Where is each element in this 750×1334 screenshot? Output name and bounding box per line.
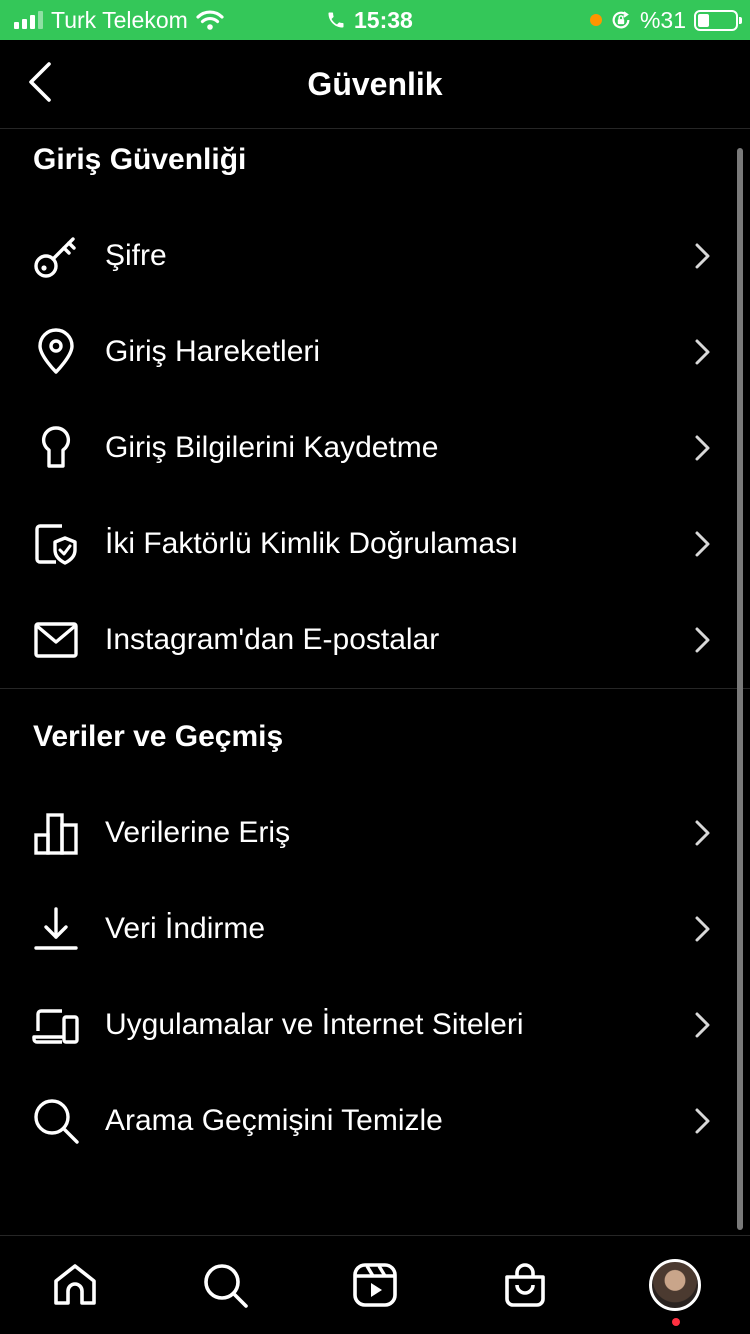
- menu-item-label: Arama Geçmişini Temizle: [105, 1104, 443, 1137]
- menu-item-label: Giriş Hareketleri: [105, 335, 321, 368]
- menu-item-label: Şifre: [105, 239, 167, 272]
- settings-list[interactable]: Giriş Güvenliği Şifre Giriş Hareketleri …: [0, 130, 750, 1235]
- navigation-header: Güvenlik: [0, 40, 750, 129]
- chevron-right-icon: [695, 339, 710, 365]
- bar-chart-icon: [34, 813, 78, 855]
- devices-icon: [32, 1009, 79, 1044]
- reels-icon: [353, 1263, 397, 1307]
- section-title-login-security: Giriş Güvenliği: [33, 143, 247, 176]
- bottom-tab-bar: [0, 1235, 750, 1334]
- chevron-right-icon: [695, 627, 710, 653]
- notification-dot: [672, 1318, 680, 1326]
- chevron-right-icon: [695, 531, 710, 557]
- menu-item-two-factor-auth[interactable]: İki Faktörlü Kimlik Doğrulaması: [0, 496, 736, 592]
- rotation-lock-icon: [612, 11, 630, 29]
- tab-shop[interactable]: [500, 1260, 550, 1310]
- key-icon: [34, 237, 76, 278]
- location-pin-icon: [38, 328, 74, 374]
- back-button[interactable]: [18, 58, 62, 106]
- search-icon: [204, 1264, 248, 1308]
- wifi-icon: [196, 10, 224, 30]
- menu-item-access-data[interactable]: Verilerine Eriş: [0, 785, 736, 881]
- battery-icon: [694, 9, 742, 31]
- search-icon: [34, 1099, 79, 1144]
- menu-item-instagram-emails[interactable]: Instagram'dan E-postalar: [0, 592, 736, 688]
- menu-item-label: Veri İndirme: [105, 912, 266, 945]
- cellular-signal-icon: [14, 11, 43, 29]
- chevron-right-icon: [695, 243, 710, 269]
- battery-percentage: %31: [639, 6, 686, 33]
- menu-item-login-activity[interactable]: Giriş Hareketleri: [0, 304, 736, 400]
- scrollbar[interactable]: [737, 148, 743, 1230]
- section-divider: [0, 688, 750, 689]
- tab-reels[interactable]: [350, 1260, 400, 1310]
- tab-search[interactable]: [200, 1260, 250, 1310]
- menu-item-label: İki Faktörlü Kimlik Doğrulaması: [105, 527, 519, 560]
- menu-item-label: Uygulamalar ve İnternet Siteleri: [105, 1008, 524, 1041]
- menu-item-password[interactable]: Şifre: [0, 208, 736, 304]
- tab-home[interactable]: [50, 1260, 100, 1310]
- shield-check-icon: [35, 524, 77, 565]
- menu-item-download-data[interactable]: Veri İndirme: [0, 881, 736, 977]
- menu-item-label: Giriş Bilgilerini Kaydetme: [105, 431, 439, 464]
- chevron-right-icon: [695, 1108, 710, 1134]
- menu-item-saved-login-info[interactable]: Giriş Bilgilerini Kaydetme: [0, 400, 736, 496]
- page-title: Güvenlik: [307, 66, 443, 102]
- chevron-left-icon: [29, 62, 51, 102]
- chevron-right-icon: [695, 916, 710, 942]
- menu-item-clear-search-history[interactable]: Arama Geçmişini Temizle: [0, 1073, 736, 1169]
- envelope-icon: [34, 622, 78, 658]
- download-icon: [34, 907, 78, 950]
- menu-item-label: Instagram'dan E-postalar: [105, 623, 440, 656]
- home-icon: [54, 1264, 96, 1305]
- menu-item-label: Verilerine Eriş: [105, 816, 291, 849]
- carrier-name: Turk Telekom: [51, 6, 188, 33]
- status-bar: Turk Telekom 15:38 %31: [0, 0, 750, 40]
- section-title-data-history: Veriler ve Geçmiş: [33, 720, 284, 753]
- phone-call-icon: [328, 12, 344, 28]
- clock: 15:38: [354, 6, 413, 33]
- shop-icon: [505, 1263, 545, 1307]
- profile-avatar: [649, 1259, 701, 1311]
- privacy-indicator-dot: [589, 14, 602, 26]
- chevron-right-icon: [695, 435, 710, 461]
- tab-profile[interactable]: [648, 1258, 702, 1312]
- chevron-right-icon: [695, 820, 710, 846]
- chevron-right-icon: [695, 1012, 710, 1038]
- keyhole-icon: [41, 426, 71, 468]
- menu-item-apps-websites[interactable]: Uygulamalar ve İnternet Siteleri: [0, 977, 736, 1073]
